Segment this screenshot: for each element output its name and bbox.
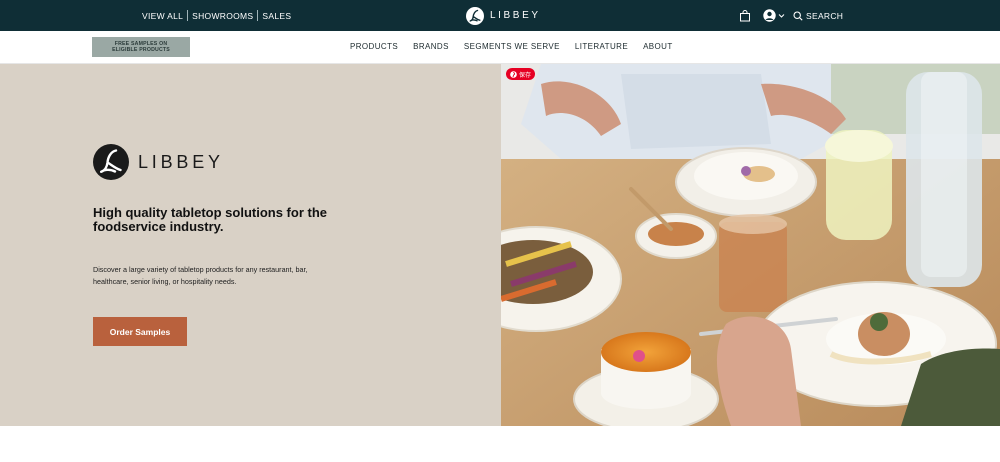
- nav-item-literature[interactable]: LITERATURE: [575, 42, 628, 51]
- search-label: SEARCH: [806, 10, 844, 21]
- header-logo-text: LIBBEY: [490, 10, 541, 21]
- nav-item-brands[interactable]: BRANDS: [413, 42, 449, 51]
- divider: [187, 10, 189, 21]
- search-icon: [793, 10, 803, 21]
- sales-link[interactable]: SALES: [262, 11, 291, 21]
- shopping-bag-icon: [740, 9, 750, 21]
- primary-nav: PRODUCTS BRANDS SEGMENTS WE SERVE LITERA…: [350, 31, 673, 62]
- hero-image: [501, 64, 1000, 426]
- top-bar: VIEW ALL SHOWROOMS SALES LIBBEY SEARCH: [0, 0, 1000, 31]
- nav-item-about[interactable]: ABOUT: [643, 42, 673, 51]
- pinterest-save-button[interactable]: 保存: [506, 68, 536, 80]
- account-menu[interactable]: [763, 0, 785, 31]
- divider: [257, 10, 259, 21]
- view-all-link[interactable]: VIEW ALL: [142, 11, 183, 21]
- search-button[interactable]: SEARCH: [793, 0, 843, 31]
- pinterest-icon: [510, 70, 517, 78]
- cart-button[interactable]: [739, 0, 751, 31]
- user-icon: [763, 9, 776, 22]
- nav-item-segments[interactable]: SEGMENTS WE SERVE: [464, 42, 560, 51]
- order-samples-button[interactable]: Order Samples: [93, 317, 187, 346]
- page-below-hero: [0, 426, 1000, 462]
- promo-line-2: ELIGIBLE PRODUCTS: [112, 47, 170, 53]
- hero-brand-logo: LIBBEY: [93, 144, 224, 180]
- pin-label: 保存: [519, 72, 532, 79]
- libbey-logo-mark-icon: [466, 6, 484, 25]
- libbey-logo-mark-icon: [93, 144, 129, 180]
- dining-table-illustration: [501, 64, 1000, 426]
- main-nav-bar: FREE SAMPLES ON ELIGIBLE PRODUCTS PRODUC…: [0, 31, 1000, 64]
- hero-brand-text: LIBBEY: [138, 151, 224, 172]
- hero-text-panel: [0, 64, 501, 426]
- header-logo[interactable]: LIBBEY: [466, 6, 541, 25]
- utility-nav: VIEW ALL SHOWROOMS SALES: [142, 0, 291, 31]
- hero-description: Discover a large variety of tabletop pro…: [93, 265, 308, 286]
- free-samples-badge[interactable]: FREE SAMPLES ON ELIGIBLE PRODUCTS: [92, 37, 190, 57]
- showrooms-link[interactable]: SHOWROOMS: [192, 11, 253, 21]
- hero-headline: High quality tabletop solutions for the …: [93, 205, 327, 234]
- chevron-down-icon: [778, 14, 785, 18]
- nav-item-products[interactable]: PRODUCTS: [350, 42, 398, 51]
